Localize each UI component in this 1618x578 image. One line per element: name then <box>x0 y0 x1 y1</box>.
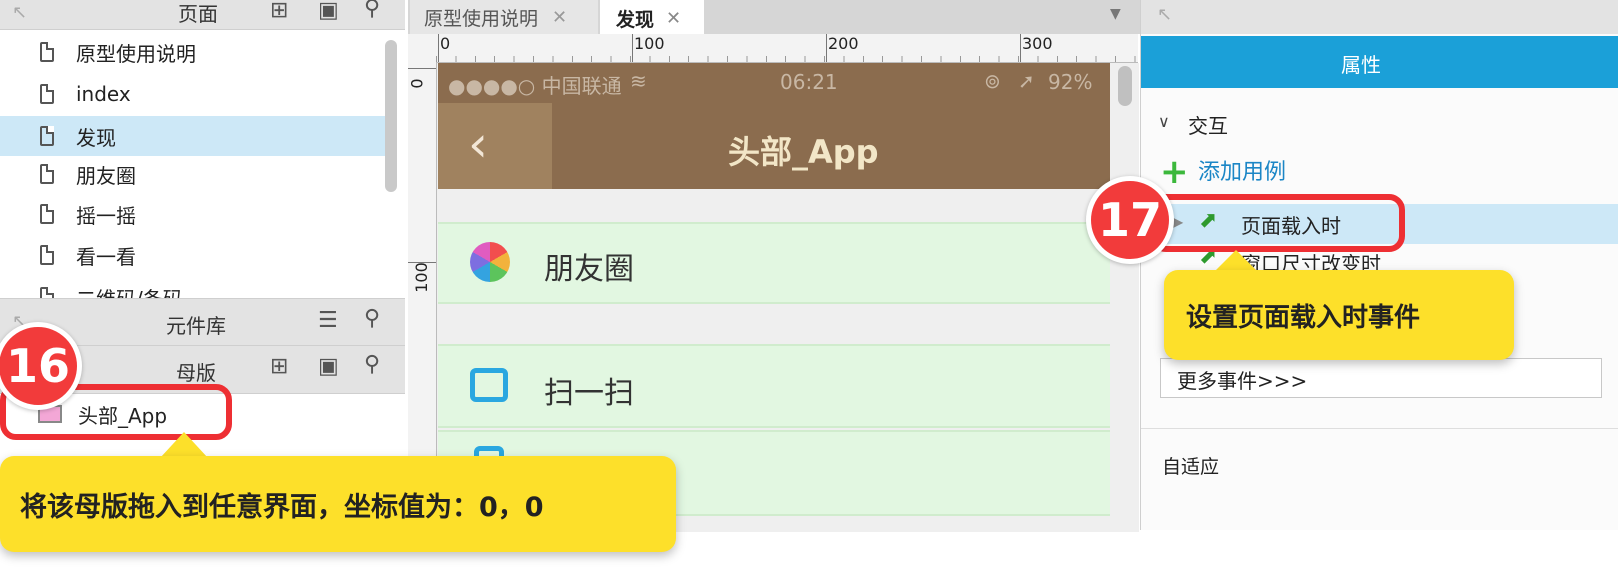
page-item-label: index <box>76 82 131 106</box>
ruler-tick-label: 0 <box>407 78 427 89</box>
phone-status-bar: ●●●●○ 中国联通 ≋ 06:21 ⊚ ➚ 92% <box>438 63 1110 103</box>
library-panel-title: 元件库 <box>166 314 226 338</box>
menu-row-scan[interactable]: 扫一扫 <box>438 344 1110 428</box>
page-icon <box>40 42 54 62</box>
tab-discover[interactable]: 发现 ✕ <box>600 0 704 36</box>
page-item[interactable]: 二维码/条码 <box>0 277 388 298</box>
add-page-icon[interactable]: ⊞ <box>270 0 288 23</box>
callout-note-17: 设置页面载入时事件 <box>1164 270 1514 360</box>
carrier-label: ●●●●○ 中国联通 <box>448 74 622 98</box>
close-icon[interactable]: ✕ <box>552 7 567 28</box>
page-icon <box>40 287 54 298</box>
add-folder-icon[interactable]: ▣ <box>318 354 339 379</box>
collapse-arrow-icon[interactable]: ↖ <box>12 2 27 23</box>
horizontal-ruler: 0 100 200 300 <box>408 34 1138 63</box>
close-icon[interactable]: ✕ <box>666 8 681 29</box>
add-icon[interactable]: + <box>1160 152 1189 192</box>
page-item[interactable]: 朋友圈 <box>0 154 388 194</box>
pages-scrollbar[interactable] <box>385 40 397 192</box>
callout-note-16-tail <box>160 432 208 458</box>
ruler-tick-label: 100 <box>411 262 431 293</box>
back-button[interactable]: ‹ <box>438 103 552 189</box>
add-folder-icon[interactable]: ▣ <box>318 0 339 23</box>
ruler-tick-label: 100 <box>634 34 665 53</box>
page-item[interactable]: index <box>0 74 388 114</box>
page-item-label: 原型使用说明 <box>76 41 196 66</box>
add-master-icon[interactable]: ⊞ <box>270 354 288 379</box>
more-events-select[interactable]: 更多事件>>> <box>1160 358 1602 398</box>
add-case-link[interactable]: 添加用例 <box>1198 154 1286 186</box>
page-item-label: 发现 <box>76 125 116 150</box>
search-icon[interactable]: ⚲ <box>364 306 380 331</box>
page-icon <box>40 245 54 265</box>
callout-note-16: 将该母版拖入到任意界面，坐标值为：0，0 <box>0 456 676 552</box>
search-icon[interactable]: ⚲ <box>364 0 380 21</box>
moments-icon <box>470 242 510 282</box>
page-icon <box>40 204 54 224</box>
ruler-tick-label: 0 <box>440 34 451 53</box>
header-title: 头部_App <box>728 133 879 171</box>
callout-note-text: 将该母版拖入到任意界面，坐标值为：0，0 <box>20 491 544 523</box>
tab-label: 发现 <box>616 8 655 31</box>
page-item-label: 二维码/条码 <box>76 283 183 299</box>
pages-panel-title: 页面 <box>178 2 218 26</box>
lock-rotation-icon: ⊚ <box>984 69 1001 93</box>
collapse-arrow-icon[interactable]: ↖ <box>1157 4 1172 25</box>
menu-row-moments[interactable]: 朋友圈 <box>438 222 1110 304</box>
pages-list: 原型使用说明 index 发现 朋友圈 摇一摇 看一看 二维码/条码 <box>0 30 405 298</box>
tab-label: 原型使用说明 <box>424 7 539 30</box>
adaptive-section-title: 自适应 <box>1162 456 1220 478</box>
page-item-label: 朋友圈 <box>76 163 136 188</box>
battery-label: 92% <box>1048 70 1093 94</box>
back-arrow-icon: ‹ <box>468 115 488 173</box>
page-item[interactable]: 摇一摇 <box>0 194 388 234</box>
page-item[interactable]: 看一看 <box>0 235 388 275</box>
menu-label: 扫一扫 <box>544 376 634 411</box>
page-icon <box>40 126 54 146</box>
page-item-label: 看一看 <box>76 244 136 269</box>
page-item[interactable]: 原型使用说明 <box>0 32 388 72</box>
pages-panel-header: ↖ 页面 ⊞ ▣ ⚲ <box>0 0 405 30</box>
tab-prototype-guide[interactable]: 原型使用说明 ✕ <box>410 0 598 34</box>
chevron-down-icon[interactable]: ∨ <box>1158 112 1170 131</box>
inspector-top-bar: ↖ <box>1141 0 1618 34</box>
page-icon <box>40 84 54 104</box>
inspector-divider <box>1141 428 1618 429</box>
canvas-scrollbar[interactable] <box>1118 66 1132 106</box>
menu-icon[interactable]: ☰ <box>318 308 338 333</box>
more-events-label: 更多事件>>> <box>1177 369 1308 393</box>
callout-frame-page-load <box>1150 194 1405 252</box>
masters-panel-title: 母版 <box>176 361 216 385</box>
wifi-icon: ≋ <box>630 69 647 93</box>
menu-label: 朋友圈 <box>544 252 634 287</box>
callout-note-text: 设置页面载入时事件 <box>1186 302 1421 333</box>
search-icon[interactable]: ⚲ <box>364 352 380 377</box>
page-item-selected[interactable]: 发现 <box>0 116 388 156</box>
inspector-title: 属性 <box>1341 53 1381 77</box>
page-item-label: 摇一摇 <box>76 203 136 228</box>
ruler-tick-label: 200 <box>828 34 859 53</box>
interaction-section-title: 交互 <box>1188 114 1228 138</box>
callout-number-17: 17 <box>1086 176 1174 264</box>
location-icon: ➚ <box>1018 69 1035 93</box>
ruler-tick-label: 300 <box>1022 34 1053 53</box>
phone-header: ‹ 头部_App <box>438 103 1110 189</box>
chevron-down-icon[interactable]: ▼ <box>1110 6 1121 22</box>
inspector-title-bar: 属性 <box>1141 36 1618 88</box>
page-icon <box>40 164 54 184</box>
callout-note-17-tail <box>1214 250 1258 272</box>
status-time: 06:21 <box>780 70 838 94</box>
scan-icon <box>470 368 508 402</box>
